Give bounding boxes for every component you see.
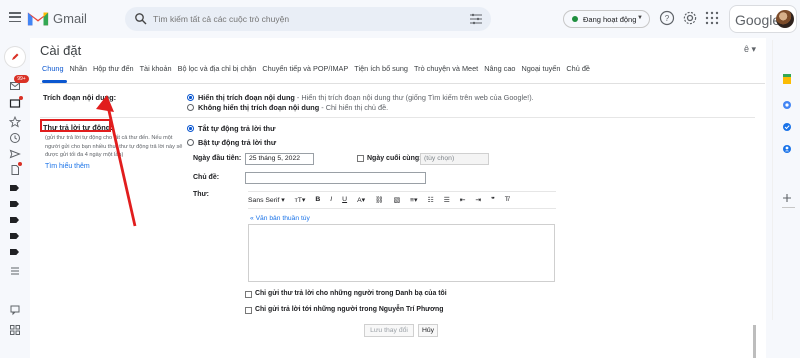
search-input[interactable]: [153, 7, 453, 31]
tab-filters[interactable]: Bộ lọc và địa chỉ bị chặn: [178, 62, 257, 78]
more-menu-icon[interactable]: [9, 265, 21, 277]
spaces-grid-icon[interactable]: [9, 324, 21, 336]
calendar-icon[interactable]: [782, 73, 792, 85]
plain-text-link[interactable]: « Văn bản thuần túy: [250, 215, 310, 222]
organization-only-checkbox[interactable]: [245, 307, 252, 314]
tabs-divider: [40, 83, 765, 84]
last-day-label: Ngày cuối cùng:: [367, 155, 422, 162]
tab-inbox[interactable]: Hộp thư đến: [93, 62, 134, 78]
text-color-icon[interactable]: A▾: [357, 196, 365, 204]
hide-snippets-option: Không hiển thị trích đoạn nội dung - Chỉ…: [198, 103, 389, 112]
first-day-label: Ngày đầu tiên:: [193, 155, 242, 162]
svg-text:?: ?: [665, 14, 670, 23]
top-bar: Gmail Đang hoạt động ▼ ? Google: [0, 0, 800, 38]
search-options-icon[interactable]: [469, 12, 483, 26]
editor-toolbar-bottom-border: [248, 208, 556, 209]
tab-add-ons[interactable]: Tiện ích bổ sung: [354, 62, 408, 78]
add-plus-icon[interactable]: [782, 193, 792, 203]
editor-toolbar-top-border: [248, 191, 556, 192]
organization-only-label: Chỉ gửi trả lời tới những người trong Ng…: [255, 306, 444, 313]
tab-advanced[interactable]: Nâng cao: [484, 62, 515, 78]
chat-notification-dot: [19, 96, 23, 100]
rich-text-toolbar: Sans Serif ▾ тT▾ B I U A▾ ⛓ ▧ ≡▾ ☷ ☰ ⇤ ⇥…: [248, 193, 556, 206]
tab-labels[interactable]: Nhãn: [70, 62, 87, 78]
auto-reply-on-option: Bật tự động trả lời thư: [198, 138, 277, 147]
avatar[interactable]: [776, 10, 794, 28]
meet-chat-icon[interactable]: [9, 304, 21, 316]
content-right-border: [772, 40, 773, 320]
indent-icon[interactable]: ⇥: [475, 196, 481, 204]
keep-icon[interactable]: [782, 100, 792, 110]
bold-icon[interactable]: B: [315, 196, 320, 203]
help-icon[interactable]: ?: [659, 10, 675, 26]
compose-pencil-icon: [12, 53, 19, 60]
settings-gear-icon[interactable]: [682, 10, 698, 26]
subject-label: Chủ đề:: [193, 174, 220, 181]
google-account-button[interactable]: Google: [729, 5, 797, 33]
gmail-logo-text: Gmail: [53, 11, 87, 26]
auto-reply-message-editor[interactable]: [248, 224, 555, 282]
underline-icon[interactable]: U: [342, 196, 347, 203]
tab-chat-meet[interactable]: Trò chuyện và Meet: [414, 62, 478, 78]
contacts-icon[interactable]: [782, 144, 792, 154]
page-title: Cài đặt: [40, 43, 82, 58]
tab-themes[interactable]: Chủ đề: [566, 62, 590, 78]
align-icon[interactable]: ≡▾: [410, 196, 417, 204]
apps-grid-icon[interactable]: [704, 10, 720, 26]
message-label: Thư:: [193, 191, 209, 198]
cancel-button[interactable]: Hủy: [418, 324, 438, 337]
remove-formatting-icon[interactable]: T̸: [505, 196, 509, 203]
font-size-icon[interactable]: тT▾: [295, 196, 306, 204]
inbox-unread-badge: 99+: [14, 75, 29, 83]
status-label: Đang hoạt động: [583, 15, 637, 24]
quote-icon[interactable]: ❞: [491, 196, 495, 204]
settings-tabs: Chung Nhãn Hộp thư đến Tài khoản Bộ lọc …: [42, 62, 742, 78]
search-box[interactable]: [125, 7, 491, 31]
show-snippets-option: Hiển thị trích đoạn nội dung - Hiển thị …: [198, 93, 534, 102]
search-icon[interactable]: [134, 12, 148, 26]
learn-more-link[interactable]: Tìm hiểu thêm: [45, 163, 90, 170]
italic-icon[interactable]: I: [330, 196, 332, 203]
drafts-notification-dot: [18, 162, 22, 166]
link-icon[interactable]: ⛓: [375, 196, 384, 204]
contacts-only-checkbox[interactable]: [245, 291, 252, 298]
subject-input[interactable]: [245, 172, 426, 184]
active-status-dot: [572, 16, 578, 22]
last-day-checkbox[interactable]: [357, 155, 364, 162]
tab-offline[interactable]: Ngoại tuyến: [521, 62, 560, 78]
input-language-menu[interactable]: ê ▾: [744, 44, 756, 55]
main-menu-icon[interactable]: [9, 12, 21, 22]
starred-star-icon[interactable]: [9, 116, 21, 128]
tab-accounts[interactable]: Tài khoản: [140, 62, 172, 78]
tab-forwarding[interactable]: Chuyển tiếp và POP/IMAP: [262, 62, 348, 78]
chevron-down-icon: ▼: [637, 15, 643, 21]
first-day-input[interactable]: 25 tháng 5, 2022: [245, 153, 314, 165]
gmail-logo-icon[interactable]: [27, 9, 49, 27]
contacts-only-label: Chỉ gửi thư trả lời cho những người tron…: [255, 290, 447, 297]
font-family-select[interactable]: Sans Serif ▾: [248, 196, 285, 204]
bulleted-list-icon[interactable]: ☰: [444, 196, 450, 204]
snoozed-clock-icon[interactable]: [9, 132, 21, 144]
save-changes-button[interactable]: Lưu thay đổi: [364, 324, 414, 337]
tasks-icon[interactable]: [782, 122, 792, 132]
sent-icon[interactable]: [9, 148, 21, 160]
annotation-arrow: [96, 95, 137, 227]
google-wordmark: Google: [735, 12, 781, 28]
numbered-list-icon[interactable]: ☷: [427, 196, 433, 204]
side-panel-separator: [782, 207, 795, 208]
outdent-icon[interactable]: ⇤: [460, 196, 466, 204]
image-icon[interactable]: ▧: [394, 196, 400, 204]
status-button[interactable]: Đang hoạt động ▼: [563, 10, 650, 28]
tab-general[interactable]: Chung: [42, 62, 64, 78]
auto-reply-off-option: Tắt tự động trả lời thư: [198, 124, 276, 133]
vertical-scrollbar[interactable]: [753, 325, 756, 358]
last-day-input[interactable]: (tùy chọn): [420, 153, 489, 165]
